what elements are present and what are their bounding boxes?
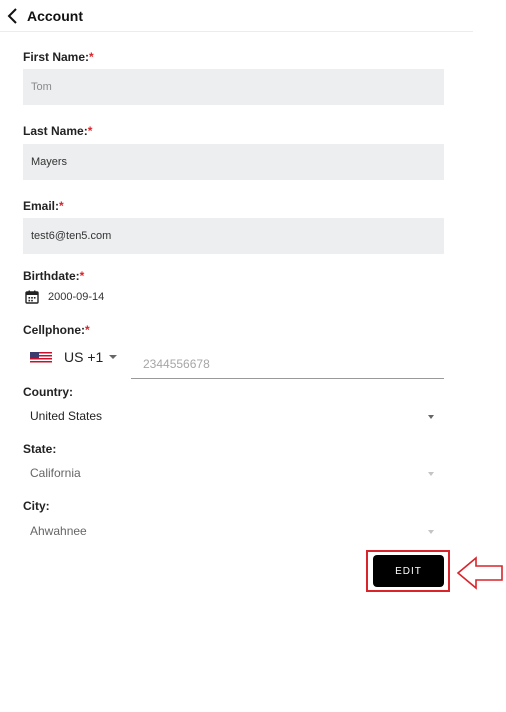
- back-arrow-icon[interactable]: [6, 7, 20, 25]
- city-label: City:: [23, 499, 50, 513]
- cellphone-label: Cellphone:*: [23, 323, 90, 337]
- left-arrow-icon: [456, 556, 503, 590]
- phone-input[interactable]: [131, 349, 444, 379]
- calendar-icon: [25, 290, 39, 304]
- country-select[interactable]: United States: [23, 403, 444, 431]
- chevron-down-icon: [109, 355, 118, 359]
- chevron-down-icon: [428, 415, 434, 419]
- required-mark: *: [59, 199, 64, 213]
- last-name-label: Last Name:*: [23, 124, 93, 138]
- required-mark: *: [87, 124, 93, 138]
- chevron-down-icon: [428, 530, 434, 534]
- first-name-field[interactable]: [23, 69, 444, 105]
- state-value: California: [30, 466, 81, 480]
- state-label: State:: [23, 442, 57, 456]
- state-select[interactable]: California: [23, 460, 444, 488]
- country-code-selector[interactable]: US +1: [30, 349, 118, 365]
- city-value: Ahwahnee: [30, 524, 87, 538]
- birthdate-picker[interactable]: 2000-09-14: [25, 290, 104, 304]
- edit-button[interactable]: EDIT: [373, 555, 444, 587]
- last-name-field[interactable]: [23, 144, 444, 180]
- required-mark: *: [79, 269, 85, 283]
- email-label: Email:*: [23, 199, 64, 213]
- chevron-down-icon: [428, 472, 434, 476]
- country-value: United States: [30, 409, 103, 423]
- country-code-value: US +1: [64, 349, 104, 365]
- email-field[interactable]: [23, 218, 444, 254]
- required-mark: *: [89, 50, 94, 64]
- app-header: Account: [0, 0, 473, 32]
- city-select[interactable]: Ahwahnee: [23, 518, 444, 546]
- first-name-label: First Name:*: [23, 50, 94, 64]
- us-flag-icon: [30, 351, 52, 363]
- birthdate-value: 2000-09-14: [48, 291, 105, 303]
- country-label: Country:: [23, 385, 73, 399]
- required-mark: *: [85, 323, 90, 337]
- page-title: Account: [27, 8, 83, 24]
- birthdate-label: Birthdate:*: [23, 269, 85, 283]
